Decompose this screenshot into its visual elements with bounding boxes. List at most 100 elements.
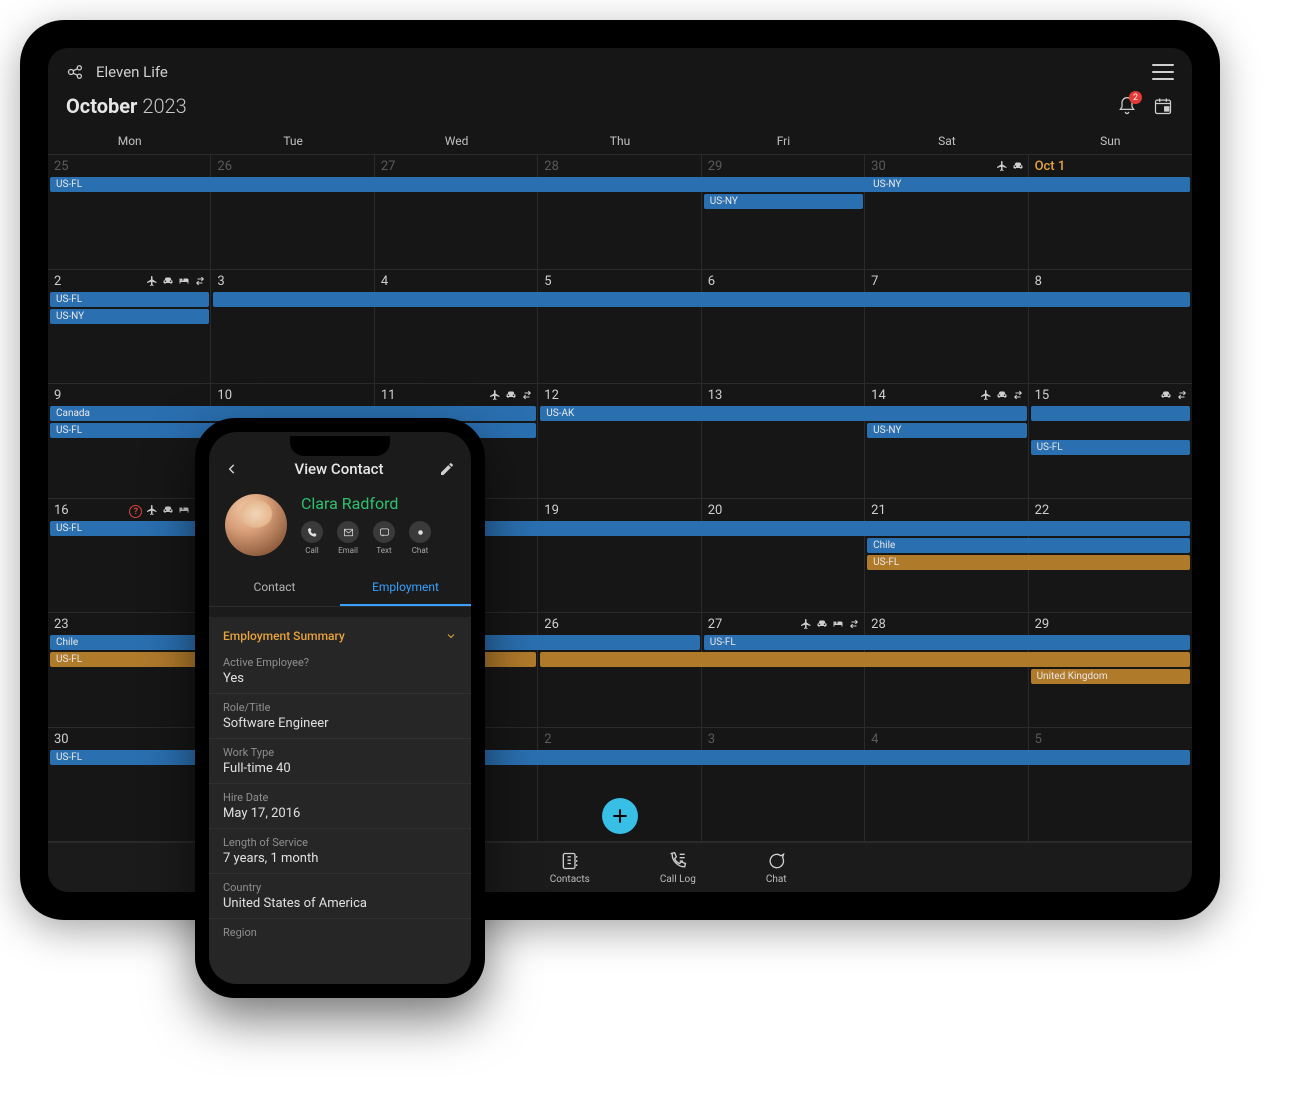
event-bar[interactable]: Chile	[867, 538, 1190, 553]
month-label: October	[66, 94, 137, 118]
field-label: Work Type	[223, 746, 457, 759]
day-header: Tue	[211, 128, 374, 154]
calendar-cell[interactable]: 26	[211, 155, 374, 270]
event-bar[interactable]: US-NY	[50, 309, 209, 324]
employment-section: Employment Summary Active Employee?YesRo…	[209, 617, 471, 984]
employment-summary-header[interactable]: Employment Summary	[209, 617, 471, 649]
edit-button[interactable]	[439, 461, 455, 477]
event-bar[interactable]	[540, 652, 1190, 667]
calendar-cell[interactable]: 14	[865, 384, 1028, 499]
calendar-cell[interactable]: 20	[702, 499, 865, 614]
calendar-cell[interactable]: 30	[48, 728, 211, 843]
event-bar[interactable]: US-NY	[867, 423, 1026, 438]
bed-icon	[178, 275, 190, 287]
calendar-cell[interactable]: 29	[702, 155, 865, 270]
event-bar[interactable]	[1031, 406, 1190, 421]
contact-tabs: ContactEmployment	[209, 570, 471, 607]
event-bar[interactable]: United Kingdom	[1031, 669, 1190, 684]
contact-tab-employment[interactable]: Employment	[340, 570, 471, 606]
field-value: Software Engineer	[223, 716, 457, 731]
calendar-cell[interactable]: 13	[702, 384, 865, 499]
phone-notch	[290, 436, 390, 456]
day-number: 28	[865, 613, 1027, 636]
tab-label: Contacts	[550, 874, 590, 885]
calendar-cell[interactable]: 28	[538, 155, 701, 270]
view-contact-title: View Contact	[239, 460, 439, 478]
notifications-button[interactable]: 2	[1116, 95, 1138, 117]
day-number: 26	[211, 155, 373, 178]
day-header: Sun	[1029, 128, 1192, 154]
calendar-cell[interactable]: 3	[211, 270, 374, 385]
day-headers: MonTueWedThuFriSatSun	[48, 128, 1192, 155]
avatar	[225, 494, 287, 556]
event-bar[interactable]: US-FL	[704, 635, 1190, 650]
day-number: 10	[211, 384, 373, 407]
calendar-cell[interactable]: 9	[48, 384, 211, 499]
calendar-cell[interactable]: 3	[702, 728, 865, 843]
tab-contacts[interactable]: Contacts	[550, 851, 590, 885]
calendar-cell[interactable]: 19	[538, 499, 701, 614]
calendar-titlebar: October 2023 2	[48, 92, 1192, 128]
day-number: 20	[702, 499, 864, 522]
calendar-cell[interactable]: 8	[1029, 270, 1192, 385]
hamburger-menu-icon[interactable]	[1152, 64, 1174, 80]
chat-button[interactable]	[409, 521, 431, 543]
day-number: 9	[48, 384, 210, 407]
calendar-cell[interactable]: 4	[865, 728, 1028, 843]
calendar-cell[interactable]: 26	[538, 613, 701, 728]
action-label: Text	[376, 546, 391, 555]
call-button[interactable]	[301, 521, 323, 543]
calendar-cell[interactable]: 6	[702, 270, 865, 385]
action-email: Email	[337, 521, 359, 555]
cell-travel-icons	[980, 389, 1024, 401]
calendar-cell[interactable]: 7	[865, 270, 1028, 385]
field-label: Hire Date	[223, 791, 457, 804]
email-button[interactable]	[337, 521, 359, 543]
calendar-cell[interactable]: 12	[538, 384, 701, 499]
day-number: Oct 1	[1029, 155, 1192, 178]
phone-frame: View Contact Clara Radford CallEmailText…	[195, 418, 485, 998]
calendar-today-button[interactable]	[1152, 95, 1174, 117]
transfer-icon	[1176, 389, 1188, 401]
event-bar[interactable]: US-FL	[867, 555, 1190, 570]
tab-label: Call Log	[660, 874, 696, 885]
text-button[interactable]	[373, 521, 395, 543]
tab-chat[interactable]: Chat	[766, 851, 787, 885]
day-header: Fri	[702, 128, 865, 154]
action-label: Chat	[412, 546, 429, 555]
event-bar[interactable]: US-FL	[50, 292, 209, 307]
day-header: Wed	[375, 128, 538, 154]
calendar-cell[interactable]: 16?	[48, 499, 211, 614]
field-country: CountryUnited States of America	[209, 873, 471, 918]
tab-call-log[interactable]: Call Log	[660, 851, 696, 885]
calendar-cell[interactable]: 2	[48, 270, 211, 385]
calendar-cell[interactable]: Oct 1	[1029, 155, 1192, 270]
calendar-cell[interactable]: 27	[375, 155, 538, 270]
day-number: 19	[538, 499, 700, 522]
event-bar[interactable]	[213, 292, 1190, 307]
calendar-cell[interactable]: 5	[538, 270, 701, 385]
car-icon	[1012, 160, 1024, 172]
day-number: 28	[538, 155, 700, 178]
calendar-cell[interactable]: 30	[865, 155, 1028, 270]
back-button[interactable]	[225, 462, 239, 476]
day-number: 26	[538, 613, 700, 636]
calendar-cell[interactable]: 5	[1029, 728, 1192, 843]
tab-label: Chat	[766, 874, 787, 885]
event-bar[interactable]: US-NY	[704, 194, 863, 209]
calendar-cell[interactable]: 23	[48, 613, 211, 728]
calendar-cell[interactable]: 28	[865, 613, 1028, 728]
calendar-cell[interactable]: 27	[702, 613, 865, 728]
month-title: October 2023	[66, 94, 187, 118]
brand-logo-icon	[66, 62, 86, 82]
app-topbar: Eleven Life	[48, 48, 1192, 92]
add-event-fab[interactable]	[602, 798, 638, 834]
calendar-cell[interactable]: 25	[48, 155, 211, 270]
event-bar[interactable]: US-NY	[867, 177, 1190, 192]
calendar-cell[interactable]: 4	[375, 270, 538, 385]
event-bar[interactable]: US-AK	[540, 406, 1026, 421]
day-number: 29	[1029, 613, 1192, 636]
event-bar[interactable]: US-FL	[1031, 440, 1190, 455]
contact-tab-contact[interactable]: Contact	[209, 570, 340, 606]
day-header: Mon	[48, 128, 211, 154]
